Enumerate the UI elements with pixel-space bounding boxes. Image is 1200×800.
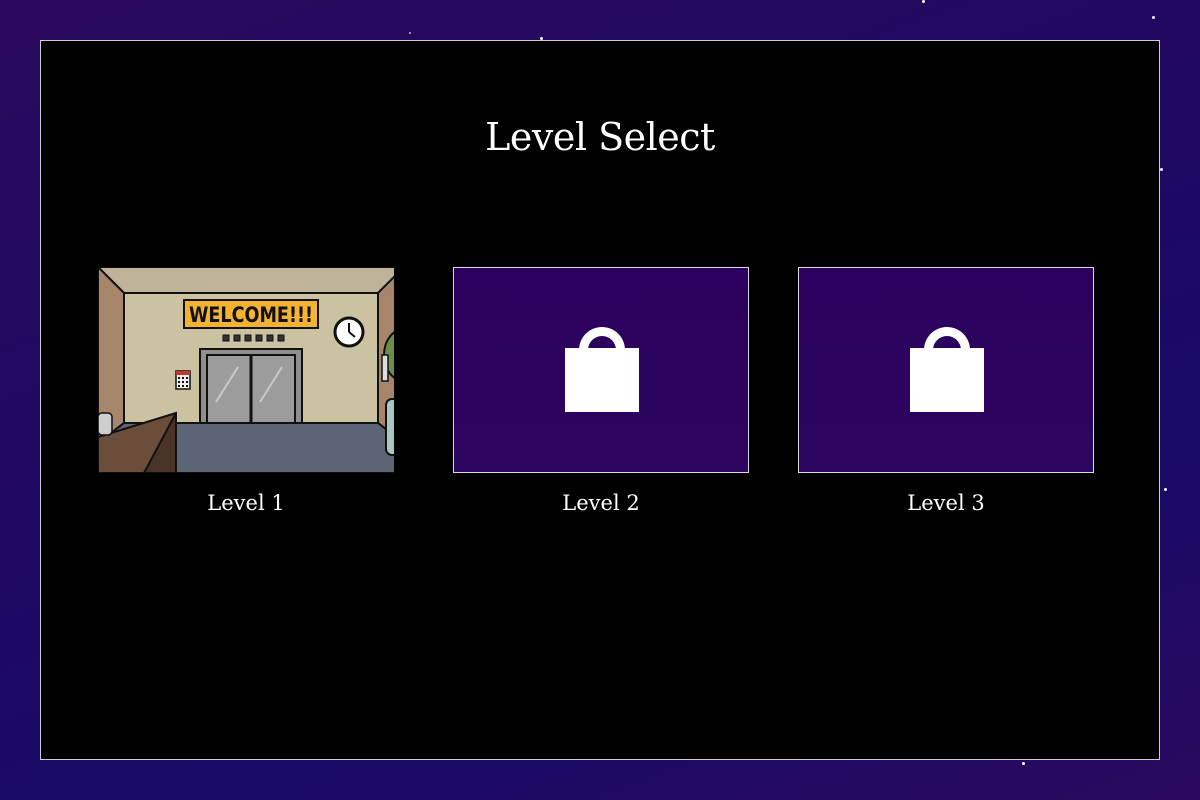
level-2-locked-tile [453,267,749,473]
star [1164,488,1167,491]
level-card-3[interactable]: Level 3 [798,267,1094,515]
page-title: Level Select [485,115,715,159]
level-select-panel: Level Select WELCOME!!! Level 1 Level 2 … [40,40,1160,760]
welcome-sign-text: WELCOME!!! [189,303,313,327]
level-card-1[interactable]: WELCOME!!! Level 1 [98,267,394,515]
lock-icon [565,327,639,412]
star [1152,16,1155,19]
star [922,0,925,3]
level-3-locked-tile [798,267,1094,473]
lock-icon [910,327,984,412]
star [409,32,411,34]
star [1160,168,1163,171]
level-3-label: Level 3 [907,491,985,515]
level-card-2[interactable]: Level 2 [453,267,749,515]
level-1-label: Level 1 [207,491,285,515]
level-2-label: Level 2 [562,491,640,515]
level-1-preview-image: WELCOME!!! [98,267,394,473]
star [1022,762,1025,765]
